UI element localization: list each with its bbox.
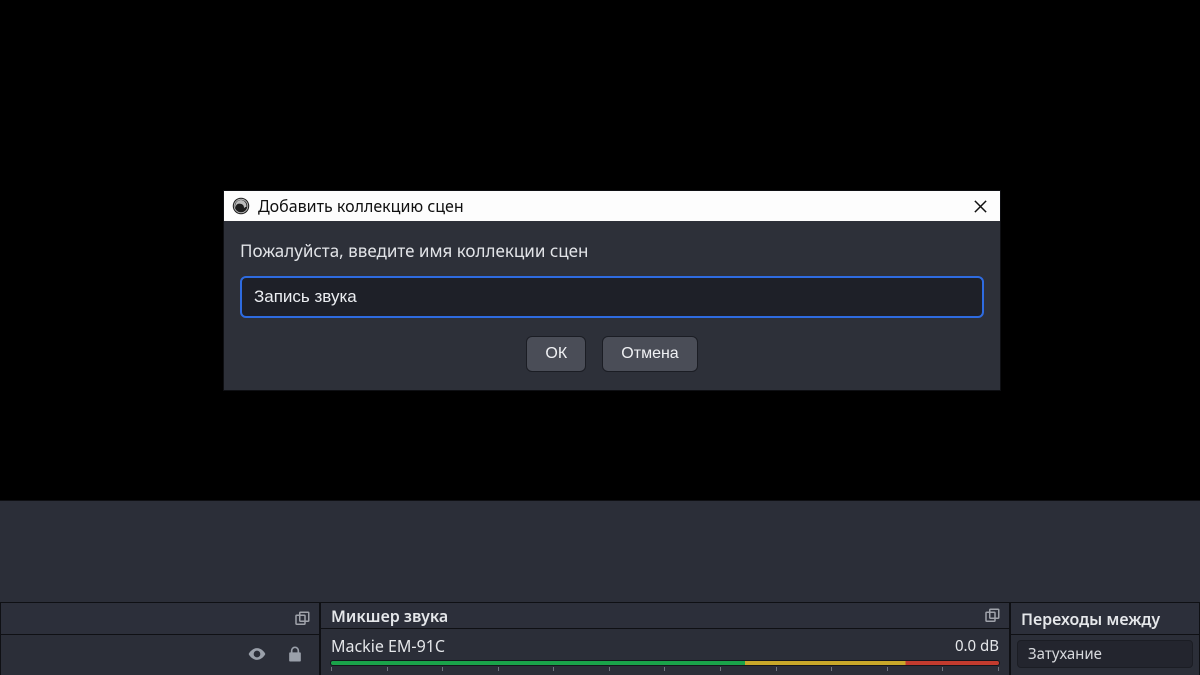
- popout-icon[interactable]: [293, 610, 311, 628]
- dock-audio-mixer: Микшер звука Mackie EM-91C 0.0 dB: [320, 602, 1010, 675]
- transition-select[interactable]: Затухание: [1017, 640, 1193, 668]
- transition-selected: Затухание: [1028, 644, 1102, 664]
- obs-logo-icon: [232, 197, 250, 215]
- scene-collection-name-input[interactable]: [240, 276, 984, 318]
- dialog-prompt: Пожалуйста, введите имя коллекции сцен: [240, 235, 984, 276]
- mixer-meter: [331, 661, 999, 671]
- dock-transitions: Переходы между Затухание: [1010, 602, 1200, 675]
- dialog-title: Добавить коллекцию сцен: [258, 195, 959, 217]
- visibility-icon[interactable]: [247, 644, 267, 669]
- dock-row: Микшер звука Mackie EM-91C 0.0 dB: [0, 602, 1200, 675]
- popout-icon[interactable]: [983, 607, 1001, 625]
- close-icon[interactable]: [967, 193, 994, 220]
- dock-transitions-title: Переходы между: [1021, 608, 1160, 630]
- add-scene-collection-dialog: Добавить коллекцию сцен Пожалуйста, введ…: [223, 190, 1001, 391]
- ok-button[interactable]: ОК: [526, 336, 586, 372]
- cancel-button[interactable]: Отмена: [602, 336, 697, 372]
- dialog-titlebar[interactable]: Добавить коллекцию сцен: [224, 191, 1000, 221]
- mixer-channel: Mackie EM-91C 0.0 dB: [329, 633, 1001, 657]
- mixer-channel-db: 0.0 dB: [955, 636, 999, 656]
- lock-icon[interactable]: [285, 644, 305, 669]
- dock-sources: [0, 602, 320, 675]
- mixer-channel-name: Mackie EM-91C: [331, 635, 445, 657]
- dock-mixer-title: Микшер звука: [331, 605, 448, 627]
